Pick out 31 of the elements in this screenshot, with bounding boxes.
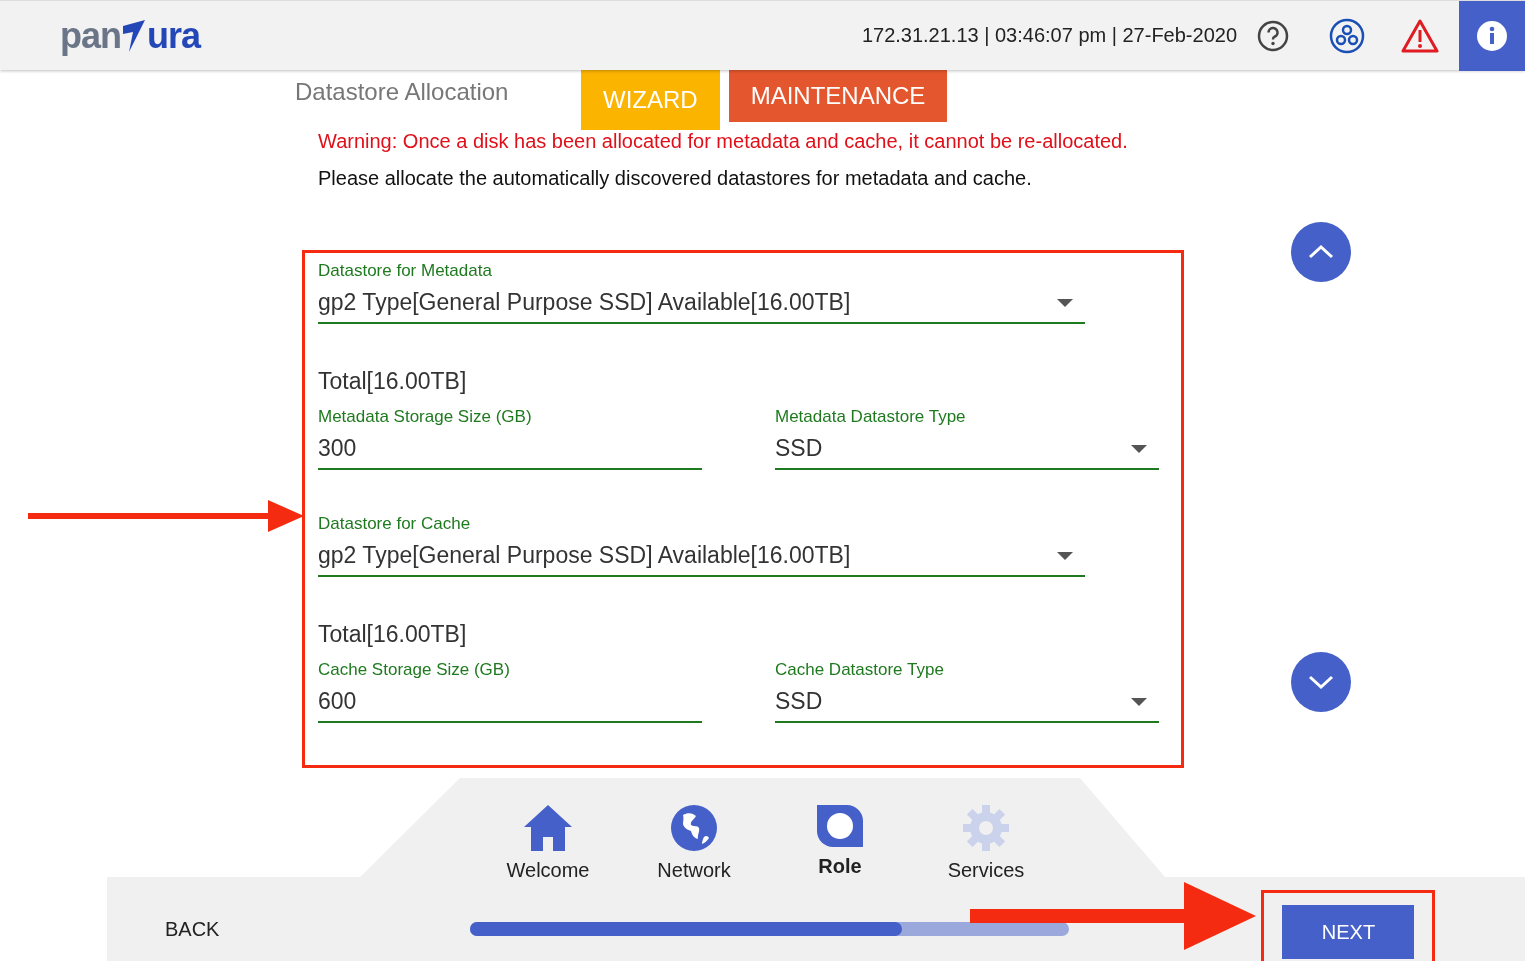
dropdown-field[interactable]: Metadata Datastore Type SSD bbox=[775, 407, 1159, 470]
dropdown-field[interactable]: Cache Datastore Type SSD bbox=[775, 660, 1159, 723]
input-field[interactable]: Cache Storage Size (GB) 600 bbox=[318, 660, 702, 723]
field-value: SSD bbox=[775, 688, 823, 715]
total-text: Total[16.00TB] bbox=[318, 368, 468, 395]
back-button[interactable]: BACK bbox=[159, 916, 226, 942]
field-value: 600 bbox=[318, 688, 357, 715]
status-text: 172.31.21.13 | 03:46:07 pm | 27-Feb-2020 bbox=[861, 24, 1237, 47]
field-label: Cache Datastore Type bbox=[775, 660, 945, 680]
instruction-text: Please allocate the automatically discovered datastores for metadata and cache. bbox=[318, 167, 1033, 190]
field-value: gp2 Type[General Purpose SSD] Available[16.00TB] bbox=[318, 542, 851, 569]
total-text: Total[16.00TB] bbox=[318, 621, 468, 648]
step-label[interactable]: Role bbox=[818, 855, 862, 878]
page-title: Datastore Allocation bbox=[295, 78, 510, 106]
warning-text: Warning: Once a disk has been allocated for metadata and cache, it cannot be re-allocated. bbox=[318, 130, 1129, 153]
dropdown-field[interactable]: Datastore for Metadata gp2 Type[General Purpose SSD] Available[16.00TB] bbox=[318, 261, 1085, 324]
field-label: Metadata Datastore Type bbox=[775, 407, 967, 427]
field-label: Metadata Storage Size (GB) bbox=[318, 407, 533, 427]
step-label[interactable]: Network bbox=[657, 859, 731, 882]
field-label: Datastore for Metadata bbox=[318, 261, 493, 281]
field-value: SSD bbox=[775, 435, 823, 462]
step-label[interactable]: Welcome bbox=[506, 859, 590, 882]
input-field[interactable]: Metadata Storage Size (GB) 300 bbox=[318, 407, 702, 470]
field-label: Datastore for Cache bbox=[318, 514, 472, 534]
logo: pan ura bbox=[60, 14, 201, 57]
next-button[interactable]: NEXT bbox=[1282, 905, 1415, 959]
field-label: Cache Storage Size (GB) bbox=[318, 660, 511, 680]
mode-tab[interactable]: MAINTENANCE bbox=[728, 70, 948, 122]
field-value: 300 bbox=[318, 435, 357, 462]
field-value: gp2 Type[General Purpose SSD] Available[16.00TB] bbox=[318, 289, 851, 316]
dropdown-field[interactable]: Datastore for Cache gp2 Type[General Purpose SSD] Available[16.00TB] bbox=[318, 514, 1085, 577]
